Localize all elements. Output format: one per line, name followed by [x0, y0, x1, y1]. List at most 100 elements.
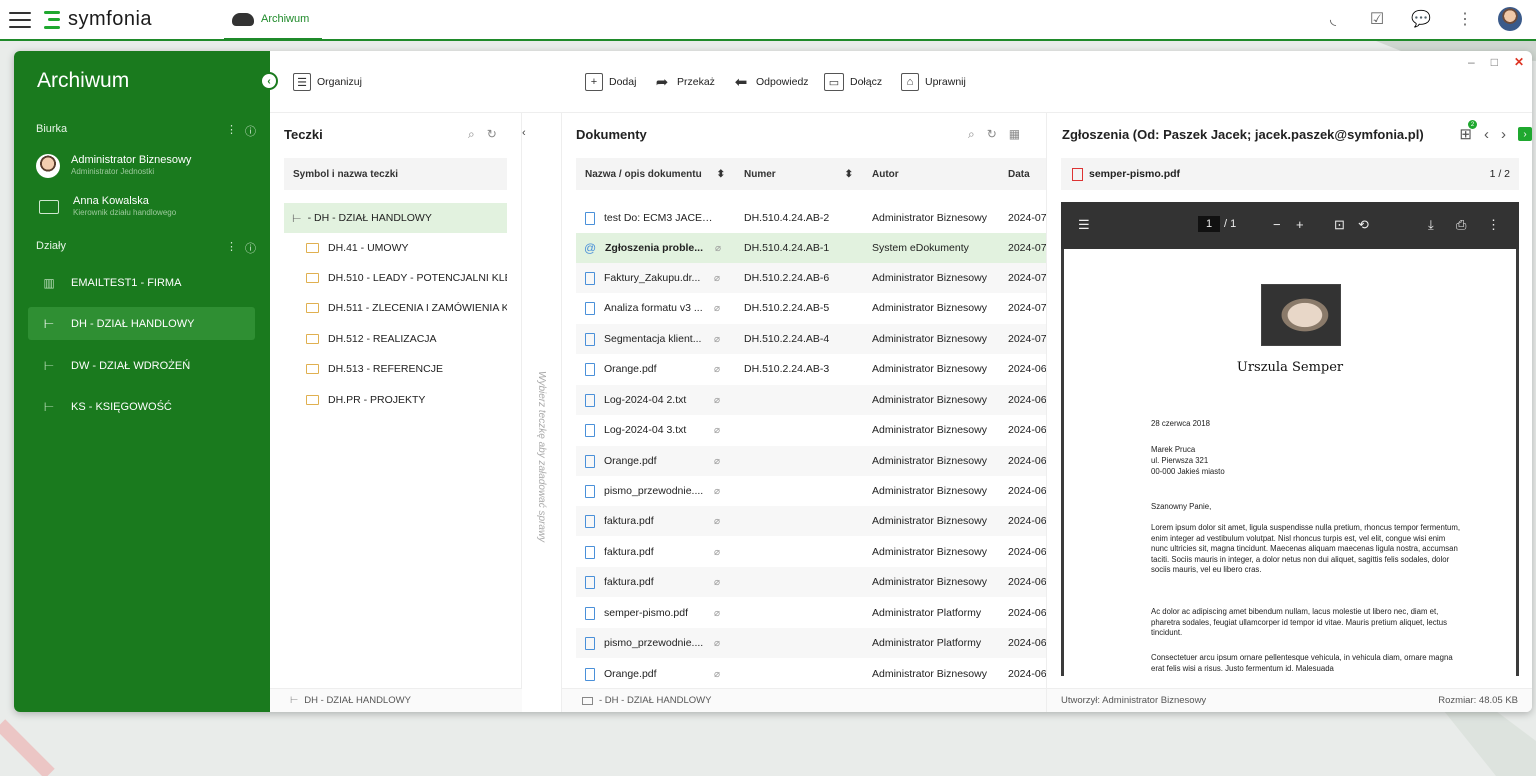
document-row[interactable]: @ Zgłoszenia proble... ⌀ DH.510.4.24.AB-1 … — [576, 233, 1046, 263]
departments-info-icon[interactable]: ⓘ — [245, 240, 256, 256]
menu-icon[interactable] — [9, 11, 31, 28]
folder-row[interactable]: DH.513 - REFERENCJE — [284, 354, 507, 384]
organize-button[interactable]: ☰ Organizuj — [293, 73, 362, 91]
document-row[interactable]: faktura.pdf ⌀ Administrator Biznesowy 202… — [576, 537, 1046, 567]
folder-row[interactable]: DH.PR - PROJEKTY — [284, 385, 507, 415]
doc-author: Administrator Biznesowy — [872, 394, 987, 406]
close-icon[interactable]: ✕ — [1514, 55, 1524, 69]
column-date[interactable]: Data — [999, 169, 1046, 180]
column-name[interactable]: Nazwa / opis dokumentu ⬍ — [576, 169, 735, 180]
pdf-page-total: / 1 — [1224, 218, 1237, 230]
doc-date: 2024-06 — [1008, 455, 1047, 467]
sort-icon[interactable]: ⬍ — [717, 169, 725, 180]
more-vertical-icon[interactable]: ⋮ — [1487, 217, 1500, 233]
document-row[interactable]: Analiza formatu v3 ... ⌀ DH.510.2.24.AB-5… — [576, 293, 1046, 323]
folder-icon — [306, 273, 319, 283]
permissions-button[interactable]: ⌂ Uprawnij — [901, 73, 966, 91]
doc-author: Administrator Biznesowy — [872, 212, 987, 224]
document-row[interactable]: semper-pismo.pdf ⌀ Administrator Platform… — [576, 598, 1046, 628]
doc-name: Segmentacja klient... — [604, 333, 702, 345]
download-icon[interactable]: ⤓ — [1428, 217, 1434, 233]
doc-number: DH.510.4.24.AB-2 — [744, 212, 830, 224]
document-row[interactable]: Log-2024-04 3.txt ⌀ Administrator Bizneso… — [576, 415, 1046, 445]
department-ks[interactable]: ⊢ KS - KSIĘGOWOŚĆ — [28, 390, 255, 423]
column-number[interactable]: Numer ⬍ — [735, 169, 863, 180]
document-row[interactable]: Log-2024-04 2.txt ⌀ Administrator Bizneso… — [576, 385, 1046, 415]
document-row[interactable]: faktura.pdf ⌀ Administrator Biznesowy 202… — [576, 506, 1046, 536]
departments-more-icon[interactable]: ⋮ — [226, 240, 237, 256]
document-row[interactable]: Segmentacja klient... ⌀ DH.510.2.24.AB-4 … — [576, 324, 1046, 354]
desk-item-admin[interactable]: Administrator Biznesowy Administrator Je… — [36, 151, 256, 181]
desk-role: Kierownik działu handlowego — [73, 208, 177, 217]
expand-panel-button[interactable]: › — [1518, 127, 1532, 141]
zoom-out-icon[interactable]: − — [1273, 217, 1281, 232]
next-icon[interactable]: › — [1501, 126, 1506, 143]
doc-number: DH.510.2.24.AB-5 — [744, 302, 830, 314]
desks-info-icon[interactable]: ⓘ — [245, 123, 256, 139]
chat-icon[interactable]: 💬 — [1410, 8, 1432, 30]
letter-author-name: Urszula Semper — [1236, 360, 1344, 375]
refresh-icon[interactable]: ↻ — [987, 127, 997, 142]
previous-icon[interactable]: ‹ — [1484, 126, 1489, 143]
forward-button[interactable]: ➦ Przekaż — [653, 73, 715, 91]
doc-name: Log-2024-04 3.txt — [604, 424, 687, 436]
calendar-check-icon[interactable]: ☑ — [1366, 8, 1388, 30]
columns-icon[interactable]: ▦ — [1009, 127, 1020, 142]
tab-archiwum[interactable]: Archiwum — [224, 0, 322, 41]
letter-paragraph: Lorem ipsum dolor sit amet, ligula suspe… — [1151, 523, 1460, 574]
add-button[interactable]: + Dodaj — [585, 73, 636, 91]
folder-label: DH.513 - REFERENCJE — [328, 363, 443, 375]
column-number-label: Numer — [744, 168, 776, 180]
brand-logo[interactable]: symfonia — [44, 8, 152, 31]
document-row[interactable]: Orange.pdf ⌀ Administrator Biznesowy 2024… — [576, 659, 1046, 689]
cases-collapsed-panel[interactable]: ‹ Wybierz teczkę aby załadować sprawy — [522, 113, 562, 712]
column-author[interactable]: Autor — [863, 169, 999, 180]
refresh-icon[interactable]: ↻ — [487, 127, 497, 142]
attachment-file-bar[interactable]: semper-pismo.pdf 1 / 2 — [1061, 158, 1519, 190]
search-icon[interactable]: ⌕ — [468, 127, 475, 142]
fit-page-icon[interactable]: ⊡ — [1334, 217, 1345, 233]
folders-column-header[interactable]: Symbol i nazwa teczki — [284, 158, 507, 190]
folder-row[interactable]: DH.510 - LEADY - POTENCJALNI KLENCI — [284, 263, 507, 293]
desks-more-icon[interactable]: ⋮ — [226, 123, 237, 139]
file-icon — [585, 423, 595, 437]
desk-item-anna[interactable]: Anna Kowalska Kierownik działu handloweg… — [36, 192, 256, 222]
pdf-page-input[interactable]: 1 — [1198, 216, 1220, 232]
maximize-icon[interactable]: □ — [1491, 55, 1498, 69]
attachments-icon[interactable]: ⊞ 2 — [1459, 120, 1477, 143]
folder-row[interactable]: DH.512 - REALIZACJA — [284, 324, 507, 354]
document-row[interactable]: Faktury_Zakupu.dr... ⌀ DH.510.2.24.AB-6 A… — [576, 263, 1047, 293]
print-icon[interactable]: ⎙ — [1456, 217, 1466, 233]
document-row[interactable]: faktura.pdf ⌀ Administrator Biznesowy 202… — [576, 567, 1046, 597]
folder-row[interactable]: ⊢ - DH - DZIAŁ HANDLOWY — [284, 203, 507, 233]
document-row[interactable]: Orange.pdf ⌀ DH.510.2.24.AB-3 Administrat… — [576, 354, 1046, 384]
rss-icon[interactable]: ◟ — [1322, 8, 1344, 30]
doc-date: 2024-07 — [1008, 272, 1047, 284]
reply-button[interactable]: ⬅ Odpowiedz — [732, 73, 809, 91]
minimize-icon[interactable]: – — [1468, 55, 1475, 69]
rotate-icon[interactable]: ⟲ — [1358, 217, 1369, 233]
document-row[interactable]: test Do: ECM3 JACEK ... DH.510.4.24.AB-2… — [576, 203, 1046, 233]
document-row[interactable]: Orange.pdf ⌀ Administrator Biznesowy 2024… — [576, 446, 1047, 476]
department-dh[interactable]: ⊢ DH - DZIAŁ HANDLOWY — [28, 307, 255, 340]
department-dw[interactable]: ⊢ DW - DZIAŁ WDROŻEŃ — [28, 349, 255, 382]
documents-title: Dokumenty — [576, 127, 647, 142]
more-vertical-icon[interactable]: ⋮ — [1454, 8, 1476, 30]
zoom-in-icon[interactable]: + — [1296, 217, 1304, 232]
chevron-left-icon[interactable]: ‹ — [522, 127, 526, 139]
document-row[interactable]: pismo_przewodnie.... ⌀ Administrator Bizn… — [576, 476, 1046, 506]
document-row[interactable]: pismo_przewodnie.... ⌀ Administrator Plat… — [576, 628, 1046, 658]
pdf-menu-icon[interactable]: ☰ — [1078, 217, 1090, 233]
folder-row[interactable]: DH.511 - ZLECENIA I ZAMÓWIENIA KLIENTÓW — [284, 293, 507, 323]
pdf-page: Urszula Semper 28 czerwca 2018 Marek Pru… — [1064, 249, 1516, 676]
doc-name: Zgłoszenia proble... — [605, 242, 704, 254]
paperclip-icon: ⌀ — [714, 333, 721, 345]
department-emailtest1[interactable]: ▥ EMAILTEST1 - FIRMA — [28, 266, 255, 299]
sort-icon[interactable]: ⬍ — [845, 169, 853, 180]
search-icon[interactable]: ⌕ — [968, 127, 975, 142]
collapse-sidebar-button[interactable]: ‹ — [260, 72, 278, 90]
user-avatar[interactable] — [1498, 7, 1522, 31]
attach-button[interactable]: ▭ Dołącz — [824, 73, 882, 91]
folders-pane: Teczki ⌕ ↻ Symbol i nazwa teczki ⊢ - DH … — [270, 113, 522, 712]
folder-row[interactable]: DH.41 - UMOWY — [284, 233, 507, 263]
